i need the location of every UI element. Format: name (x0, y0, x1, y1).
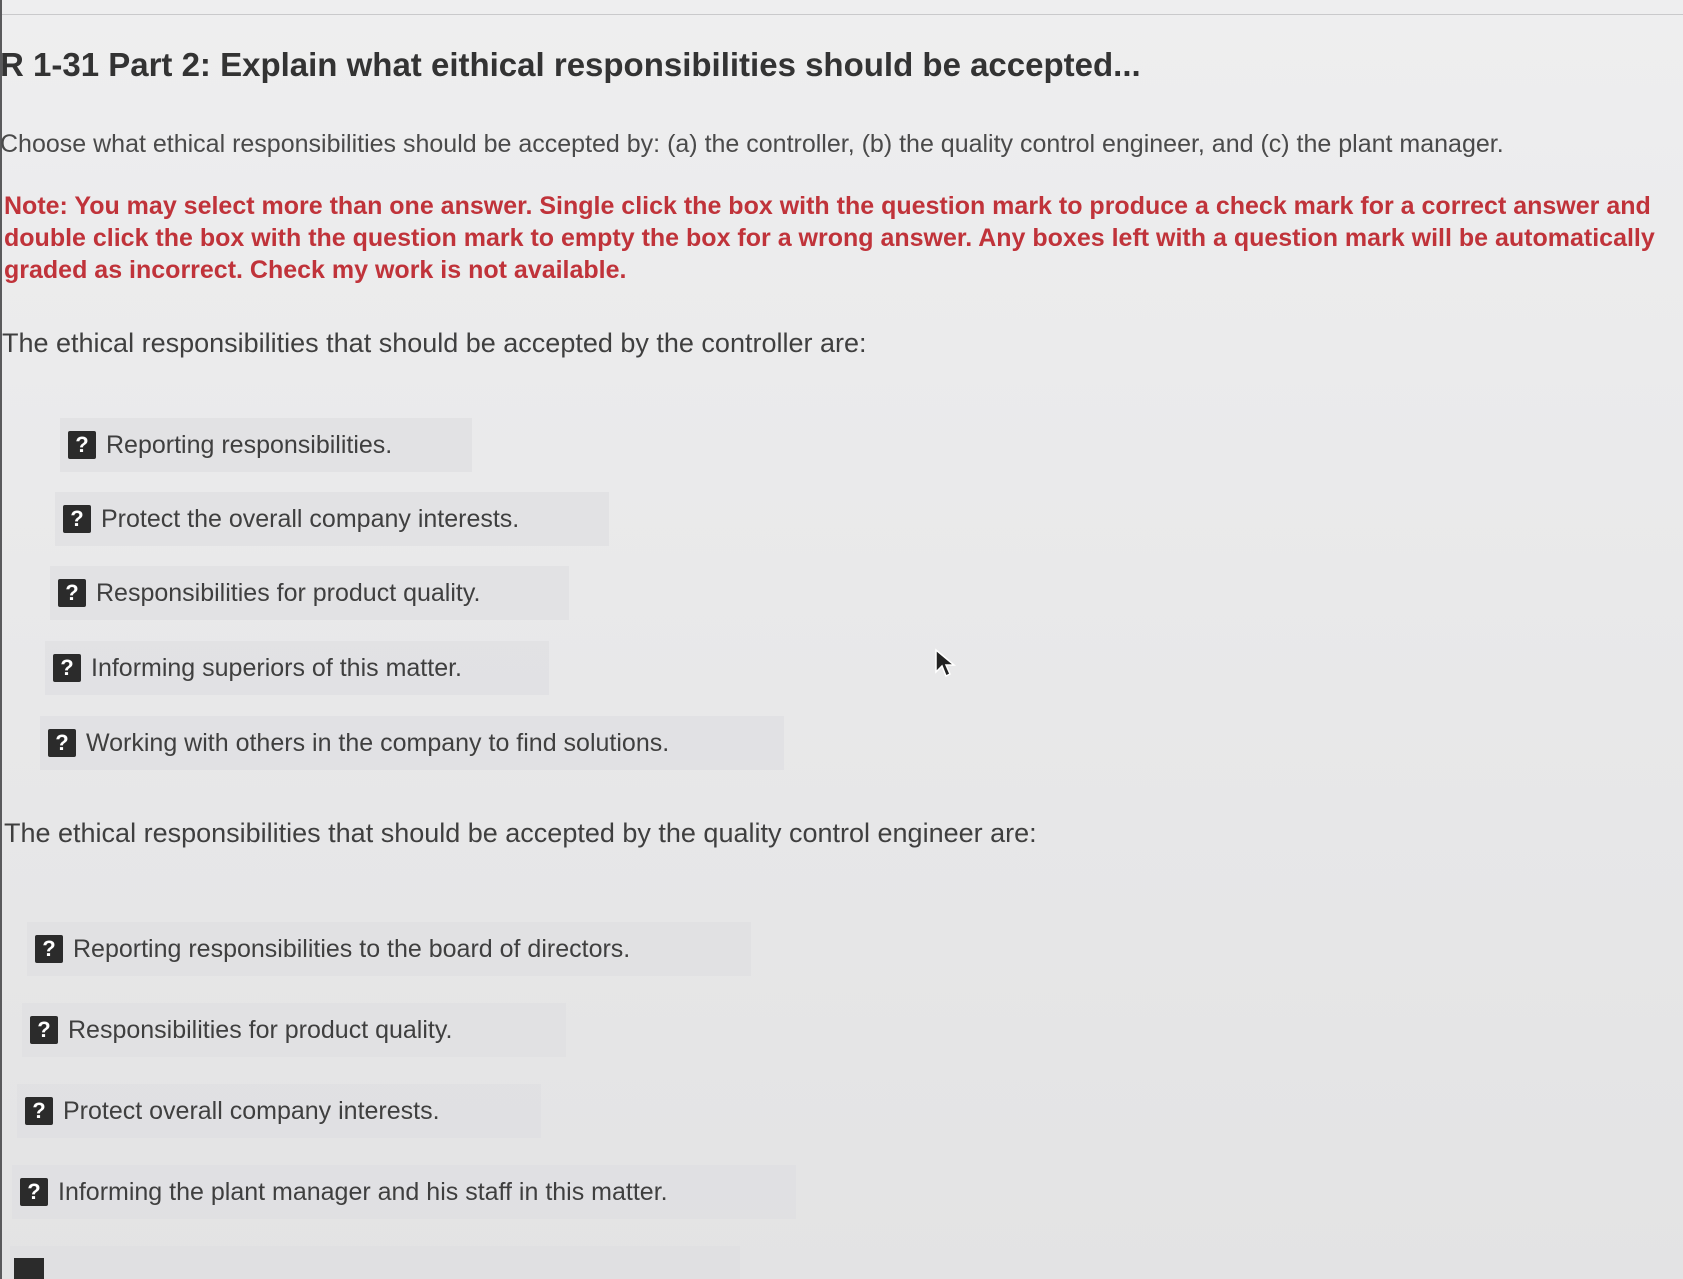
option-label: Reporting responsibilities. (106, 430, 393, 459)
engineer-option-5-partial[interactable] (10, 1246, 740, 1279)
option-label: Protect overall company interests. (63, 1096, 440, 1125)
question-mark-box-icon[interactable]: ? (58, 579, 86, 607)
option-label: Protect the overall company interests. (101, 504, 520, 533)
controller-option-3[interactable]: ? Responsibilities for product quality. (50, 566, 569, 620)
controller-option-1[interactable]: ? Reporting responsibilities. (60, 418, 472, 472)
engineer-option-3[interactable]: ? Protect overall company interests. (17, 1084, 541, 1138)
question-title: R 1-31 Part 2: Explain what eithical res… (0, 46, 1141, 83)
question-mark-box-icon[interactable] (14, 1258, 44, 1279)
left-edge (0, 0, 2, 1279)
controller-option-2[interactable]: ? Protect the overall company interests. (55, 492, 609, 546)
option-label: Informing superiors of this matter. (91, 653, 462, 682)
option-label: Reporting responsibilities to the board … (73, 934, 631, 963)
question-mark-box-icon[interactable]: ? (63, 505, 91, 533)
question-mark-box-icon[interactable]: ? (25, 1097, 53, 1125)
question-mark-box-icon[interactable]: ? (35, 935, 63, 963)
controller-option-4[interactable]: ? Informing superiors of this matter. (45, 641, 549, 695)
question-mark-box-icon[interactable]: ? (48, 729, 76, 757)
question-mark-box-icon[interactable]: ? (53, 654, 81, 682)
engineer-option-4[interactable]: ? Informing the plant manager and his st… (12, 1165, 796, 1219)
instructions-text: Choose what ethical responsibilities sho… (0, 130, 1504, 158)
controller-option-5[interactable]: ? Working with others in the company to … (40, 716, 784, 770)
controller-heading: The ethical responsibilities that should… (2, 328, 867, 358)
option-label: Working with others in the company to fi… (86, 728, 670, 757)
question-page: R 1-31 Part 2: Explain what eithical res… (0, 0, 1683, 1279)
option-label: Responsibilities for product quality. (68, 1015, 453, 1044)
engineer-option-1[interactable]: ? Reporting responsibilities to the boar… (27, 922, 751, 976)
question-mark-box-icon[interactable]: ? (20, 1178, 48, 1206)
question-mark-box-icon[interactable]: ? (30, 1016, 58, 1044)
question-mark-box-icon[interactable]: ? (68, 431, 96, 459)
option-label: Responsibilities for product quality. (96, 578, 481, 607)
option-label: Informing the plant manager and his staf… (58, 1177, 668, 1206)
grading-note: Note: You may select more than one answe… (4, 192, 1655, 284)
engineer-heading: The ethical responsibilities that should… (4, 818, 1037, 848)
engineer-option-2[interactable]: ? Responsibilities for product quality. (22, 1003, 566, 1057)
mouse-cursor-icon (935, 648, 957, 678)
top-divider (0, 14, 1683, 15)
